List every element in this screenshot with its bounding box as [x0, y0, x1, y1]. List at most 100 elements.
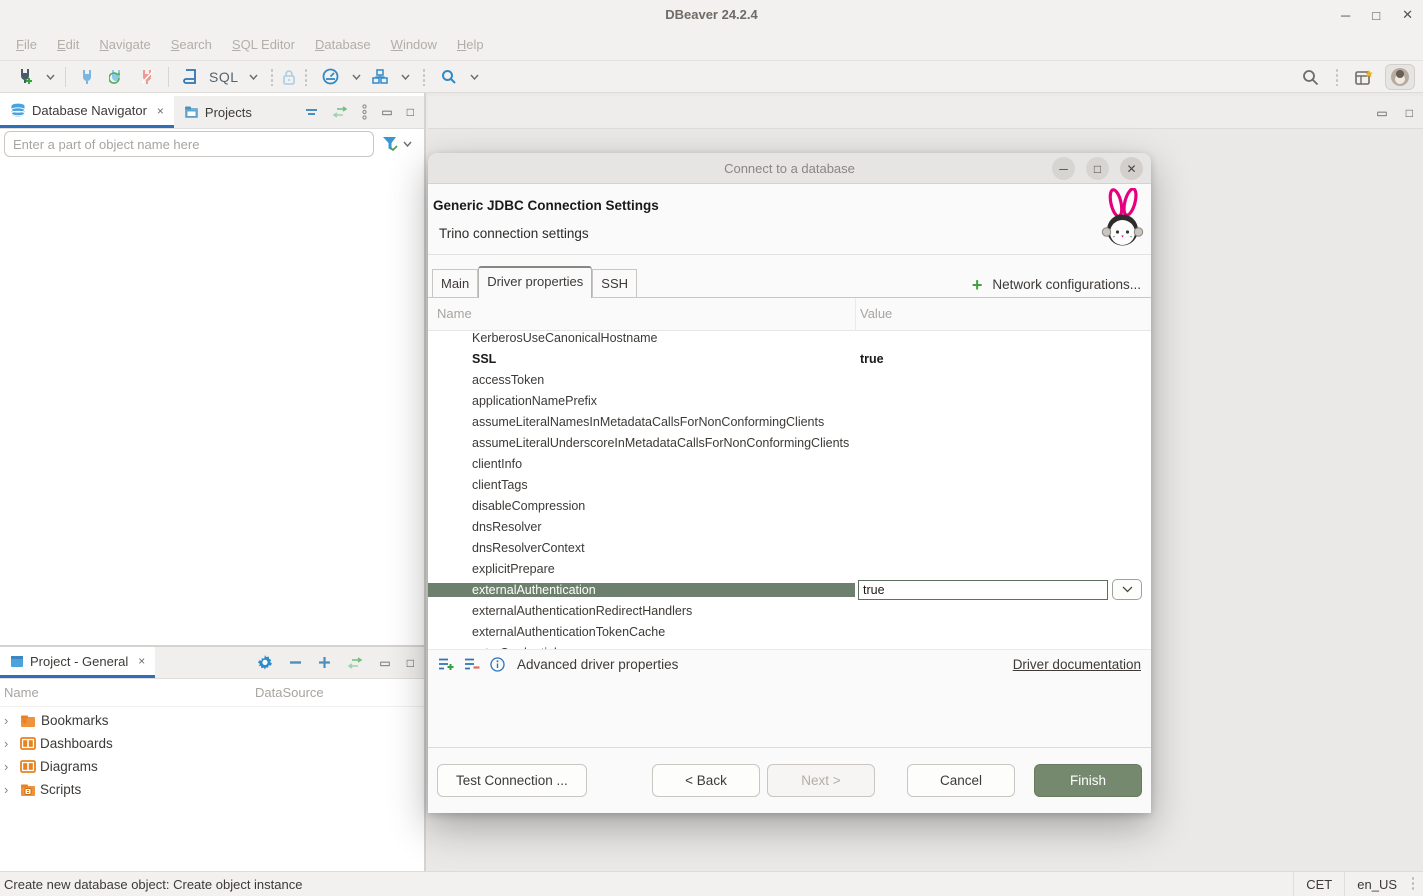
chevron-right-icon[interactable]: ›	[4, 713, 16, 728]
data-transfer-icon[interactable]	[369, 66, 391, 88]
tab-main[interactable]: Main	[432, 269, 478, 298]
panel-minimize-icon[interactable]: ▭	[381, 105, 392, 119]
dialog-titlebar[interactable]: Connect to a database ─ □ ✕	[428, 153, 1151, 184]
panel-minimize-icon[interactable]: ▭	[379, 656, 390, 670]
property-row[interactable]: disableCompression	[428, 495, 1151, 516]
value-combo-button[interactable]	[1112, 579, 1142, 600]
menu-search[interactable]: Search	[161, 30, 222, 60]
column-name[interactable]: Name	[0, 685, 255, 700]
test-connection-button[interactable]: Test Connection ...	[437, 764, 587, 797]
cancel-button[interactable]: Cancel	[907, 764, 1015, 797]
reconnect-icon[interactable]	[106, 66, 128, 88]
column-divider[interactable]	[855, 298, 856, 331]
property-row[interactable]: externalAuthenticationRedirectHandlers	[428, 600, 1151, 621]
property-row[interactable]: extraCredentials	[428, 642, 1151, 649]
column-datasource[interactable]: DataSource	[255, 685, 324, 700]
property-row[interactable]: explicitPrepare	[428, 558, 1151, 579]
expand-icon[interactable]	[318, 656, 331, 669]
property-row[interactable]: externalAuthenticationTokenCache	[428, 621, 1151, 642]
tree-item-scripts[interactable]: › Scripts	[0, 778, 424, 801]
tab-close-icon[interactable]: ×	[138, 654, 145, 668]
property-row[interactable]: dnsResolverContext	[428, 537, 1151, 558]
property-row-selected[interactable]: externalAuthentication	[428, 579, 1151, 600]
tab-project-general[interactable]: Project - General ×	[0, 647, 155, 678]
menu-edit[interactable]: Edit	[47, 30, 89, 60]
tree-item-dashboards[interactable]: › Dashboards	[0, 732, 424, 755]
chevron-right-icon[interactable]: ›	[4, 759, 16, 774]
tab-database-navigator[interactable]: Database Navigator ×	[0, 96, 174, 128]
menu-database[interactable]: Database	[305, 30, 381, 60]
remove-property-icon[interactable]	[464, 657, 481, 671]
toolbar-search-icon[interactable]	[438, 66, 460, 88]
new-connection-chevron-icon[interactable]	[46, 74, 55, 80]
lock-icon[interactable]	[278, 66, 300, 88]
connect-icon[interactable]	[76, 66, 98, 88]
window-maximize-icon[interactable]: □	[1372, 8, 1380, 23]
filter-settings-button[interactable]	[374, 136, 420, 152]
finish-button[interactable]: Finish	[1034, 764, 1142, 797]
panel-maximize-icon[interactable]: □	[407, 656, 414, 670]
network-configurations-button[interactable]: + Network configurations...	[972, 277, 1141, 292]
timezone-indicator[interactable]: CET	[1293, 872, 1344, 896]
property-row[interactable]: KerberosUseCanonicalHostname	[428, 331, 1151, 348]
column-header-value[interactable]: Value	[860, 306, 892, 321]
property-row[interactable]: dnsResolver	[428, 516, 1151, 537]
diagrams-icon	[20, 760, 36, 773]
new-connection-icon[interactable]	[14, 66, 36, 88]
collapse-all-icon[interactable]	[305, 108, 318, 116]
property-row[interactable]: assumeLiteralUnderscoreInMetadataCallsFo…	[428, 432, 1151, 453]
collapse-icon[interactable]	[289, 660, 302, 665]
property-row[interactable]: SSL true	[428, 348, 1151, 369]
menu-sql-editor[interactable]: SQL Editor	[222, 30, 305, 60]
data-transfer-chevron-icon[interactable]	[401, 74, 410, 80]
menu-navigate[interactable]: Navigate	[89, 30, 160, 60]
window-minimize-icon[interactable]: ─	[1341, 8, 1350, 23]
property-row[interactable]: clientInfo	[428, 453, 1151, 474]
tab-driver-properties[interactable]: Driver properties	[478, 266, 592, 299]
link-with-editor-icon[interactable]	[347, 657, 363, 669]
editor-minimize-icon[interactable]: ▭	[1376, 106, 1387, 120]
window-close-icon[interactable]: ✕	[1402, 7, 1413, 23]
next-button[interactable]: Next >	[767, 764, 875, 797]
locale-indicator[interactable]: en_US	[1344, 872, 1409, 896]
tab-ssh[interactable]: SSH	[592, 269, 637, 298]
perspective-icon[interactable]	[1353, 66, 1375, 88]
gear-icon[interactable]	[257, 655, 273, 671]
object-filter-input[interactable]	[4, 131, 374, 157]
driver-documentation-link[interactable]: Driver documentation	[1013, 657, 1141, 672]
dashboard-gauge-icon[interactable]	[320, 66, 342, 88]
disconnect-icon[interactable]	[136, 66, 158, 88]
property-row[interactable]: clientTags	[428, 474, 1151, 495]
user-avatar[interactable]	[1385, 64, 1415, 90]
menu-window[interactable]: Window	[381, 30, 447, 60]
column-header-name[interactable]: Name	[437, 306, 472, 321]
tree-item-diagrams[interactable]: › Diagrams	[0, 755, 424, 778]
panel-maximize-icon[interactable]: □	[407, 105, 414, 119]
search-chevron-icon[interactable]	[470, 74, 479, 80]
global-search-icon[interactable]	[1299, 66, 1321, 88]
tab-projects[interactable]: Projects	[174, 96, 262, 128]
property-row[interactable]: applicationNamePrefix	[428, 390, 1151, 411]
sql-menu-label[interactable]: SQL	[209, 69, 239, 85]
dialog-close-icon[interactable]: ✕	[1120, 157, 1143, 180]
tree-item-bookmarks[interactable]: › Bookmarks	[0, 709, 424, 732]
statusbar-drag-handle[interactable]	[1411, 876, 1415, 892]
sql-menu-chevron-icon[interactable]	[249, 74, 258, 80]
chevron-right-icon[interactable]: ›	[4, 782, 16, 797]
add-property-icon[interactable]	[438, 657, 455, 671]
menu-file[interactable]: File	[6, 30, 47, 60]
dialog-minimize-icon[interactable]: ─	[1052, 157, 1075, 180]
property-value-input[interactable]	[858, 580, 1108, 600]
link-with-editor-icon[interactable]	[332, 106, 348, 118]
view-menu-icon[interactable]	[362, 104, 367, 120]
dialog-maximize-icon[interactable]: □	[1086, 157, 1109, 180]
chevron-right-icon[interactable]: ›	[4, 736, 16, 751]
editor-maximize-icon[interactable]: □	[1406, 106, 1413, 120]
dashboard-chevron-icon[interactable]	[352, 74, 361, 80]
property-row[interactable]: assumeLiteralNamesInMetadataCallsForNonC…	[428, 411, 1151, 432]
tab-close-icon[interactable]: ×	[157, 104, 164, 118]
property-row[interactable]: accessToken	[428, 369, 1151, 390]
back-button[interactable]: < Back	[652, 764, 760, 797]
sql-editor-icon[interactable]	[179, 66, 201, 88]
menu-help[interactable]: Help	[447, 30, 494, 60]
